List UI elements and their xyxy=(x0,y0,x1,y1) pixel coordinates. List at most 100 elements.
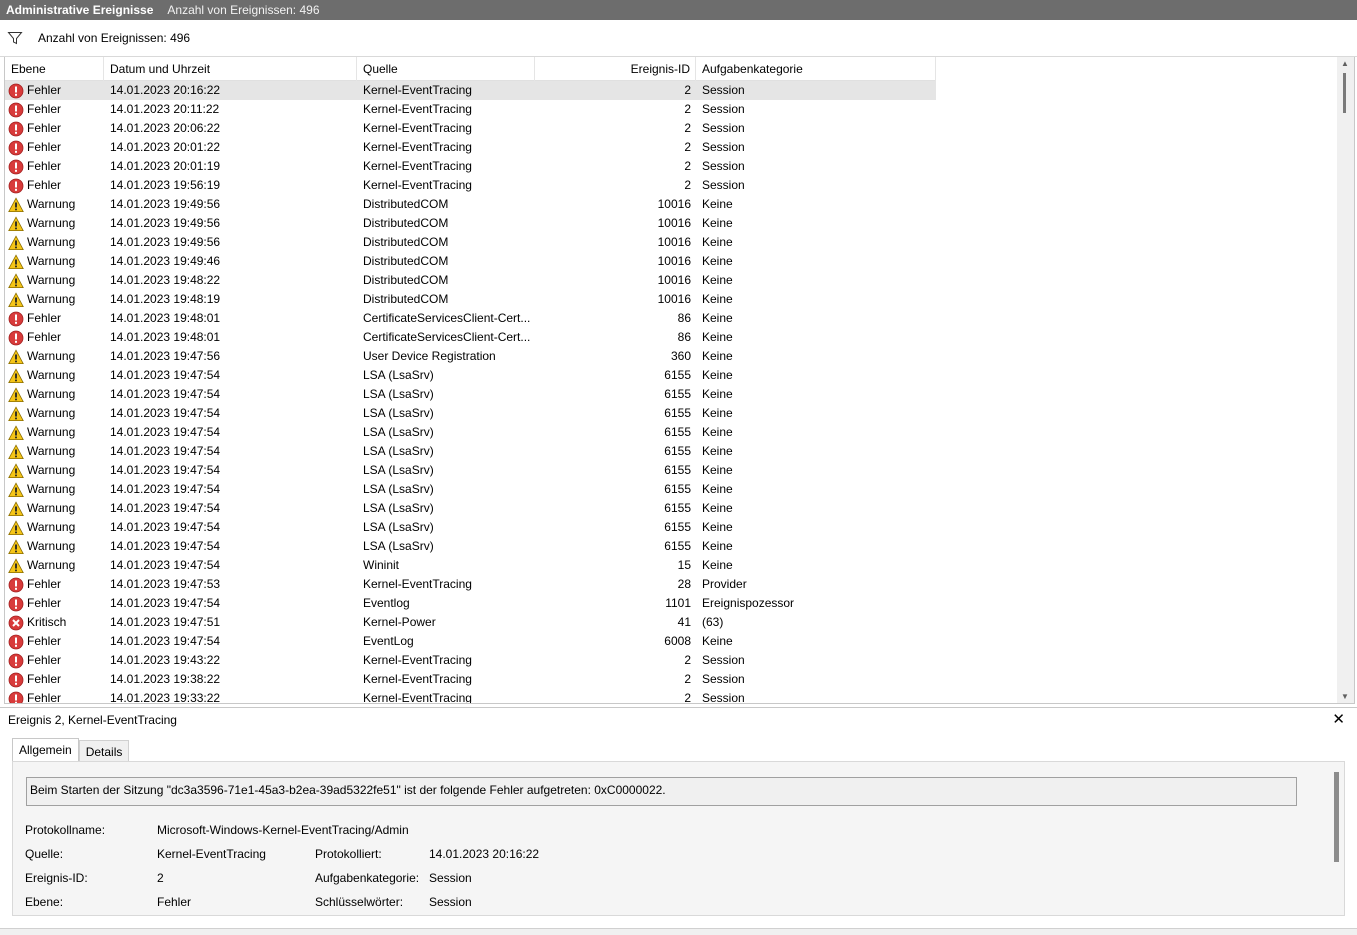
table-row[interactable]: Warnung 14.01.2023 19:47:54 Wininit 15 Keine xyxy=(5,556,936,575)
detail-scrollbar[interactable] xyxy=(1334,772,1339,862)
cell-event-id: 2 xyxy=(684,178,691,192)
warning-icon xyxy=(8,215,24,232)
cell-event-id: 360 xyxy=(670,349,691,363)
table-row[interactable]: Fehler 14.01.2023 19:56:19 Kernel-EventTra… xyxy=(5,176,936,195)
cell-source: LSA (LsaSrv) xyxy=(363,425,434,439)
level-text: Kritisch xyxy=(27,615,67,629)
cell-category: Keine xyxy=(702,197,733,211)
table-row[interactable]: Warnung 14.01.2023 19:47:54 LSA (LsaSrv) 61… xyxy=(5,537,936,556)
table-row[interactable]: Fehler 14.01.2023 19:43:22 Kernel-EventTra… xyxy=(5,651,936,670)
level-text: Warnung xyxy=(27,558,76,572)
cell-category: Keine xyxy=(702,368,733,382)
cell-source: LSA (LsaSrv) xyxy=(363,482,434,496)
table-row[interactable]: Fehler 14.01.2023 19:38:22 Kernel-EventTra… xyxy=(5,670,936,689)
warning-icon xyxy=(8,386,24,403)
cell-date: 14.01.2023 19:47:54 xyxy=(110,387,221,401)
table-row[interactable]: Warnung 14.01.2023 19:47:54 LSA (LsaSrv) 61… xyxy=(5,480,936,499)
cell-event-id: 2 xyxy=(684,159,691,173)
cell-category: Keine xyxy=(702,254,733,268)
table-row[interactable]: Fehler 14.01.2023 19:48:01 CertificateServ… xyxy=(5,328,936,347)
table-row[interactable]: Warnung 14.01.2023 19:49:46 DistributedCOM… xyxy=(5,252,936,271)
level-text: Fehler xyxy=(27,83,62,97)
level-text: Warnung xyxy=(27,520,76,534)
table-row[interactable]: Warnung 14.01.2023 19:49:56 DistributedCOM… xyxy=(5,195,936,214)
column-header-category[interactable]: Aufgabenkategorie xyxy=(696,57,936,81)
column-header-source[interactable]: Quelle xyxy=(357,57,535,81)
level-text: Warnung xyxy=(27,197,76,211)
table-row[interactable]: Warnung 14.01.2023 19:47:56 User Device Re… xyxy=(5,347,936,366)
table-row[interactable]: Fehler 14.01.2023 20:01:22 Kernel-EventTra… xyxy=(5,138,936,157)
table-row[interactable]: Fehler 14.01.2023 19:48:01 CertificateServ… xyxy=(5,309,936,328)
table-row[interactable]: Warnung 14.01.2023 19:47:54 LSA (LsaSrv) 61… xyxy=(5,518,936,537)
cell-source: User Device Registration xyxy=(363,349,496,363)
cell-event-id: 28 xyxy=(677,577,691,591)
scroll-up-icon[interactable]: ▲ xyxy=(1341,59,1349,68)
column-header-date[interactable]: Datum und Uhrzeit xyxy=(104,57,357,81)
column-header-level[interactable]: Ebene xyxy=(5,57,104,81)
tab-details[interactable]: Details xyxy=(78,740,130,762)
table-row[interactable]: Warnung 14.01.2023 19:48:22 DistributedCOM… xyxy=(5,271,936,290)
table-row[interactable]: Warnung 14.01.2023 19:47:54 LSA (LsaSrv) 61… xyxy=(5,366,936,385)
level-text: Fehler xyxy=(27,121,62,135)
table-row[interactable]: Warnung 14.01.2023 19:48:19 DistributedCOM… xyxy=(5,290,936,309)
table-row[interactable]: Fehler 14.01.2023 19:47:54 Eventlog 1101 Ere… xyxy=(5,594,936,613)
table-row[interactable]: Warnung 14.01.2023 19:47:54 LSA (LsaSrv) 61… xyxy=(5,499,936,518)
cell-event-id: 6155 xyxy=(664,368,691,382)
cell-date: 14.01.2023 19:47:54 xyxy=(110,406,221,420)
table-row[interactable]: Fehler 14.01.2023 20:16:22 Kernel-EventTra… xyxy=(5,81,936,100)
tab-allgemein[interactable]: Allgemein xyxy=(12,738,79,762)
table-row[interactable]: Fehler 14.01.2023 20:11:22 Kernel-EventTra… xyxy=(5,100,936,119)
column-header-event-id[interactable]: Ereignis-ID xyxy=(535,57,696,81)
cell-date: 14.01.2023 19:48:01 xyxy=(110,311,221,325)
table-row[interactable]: Fehler 14.01.2023 20:06:22 Kernel-EventTra… xyxy=(5,119,936,138)
detail-tabs: Allgemein Details xyxy=(12,738,130,762)
cell-level: Warnung xyxy=(5,366,104,385)
cell-event-id: 10016 xyxy=(657,235,691,249)
scroll-thumb[interactable] xyxy=(1343,73,1346,113)
event-message[interactable]: Beim Starten der Sitzung "dc3a3596-71e1-… xyxy=(26,777,1297,806)
cell-event-id: 2 xyxy=(684,121,691,135)
cell-category: Session xyxy=(702,691,745,704)
level-text: Fehler xyxy=(27,577,62,591)
level-text: Fehler xyxy=(27,159,62,173)
level-text: Fehler xyxy=(27,102,62,116)
table-row[interactable]: Fehler 14.01.2023 19:33:22 Kernel-EventTra… xyxy=(5,689,936,704)
cell-category: Keine xyxy=(702,292,733,306)
warning-icon xyxy=(8,272,24,289)
cell-level: Warnung xyxy=(5,461,104,480)
cell-source: CertificateServicesClient-Cert... xyxy=(363,311,531,325)
cell-category: Keine xyxy=(702,406,733,420)
view-title: Administrative Ereignisse xyxy=(6,3,154,17)
table-row[interactable]: Fehler 14.01.2023 19:47:54 EventLog 6008 Kei… xyxy=(5,632,936,651)
vertical-scrollbar[interactable]: ▲ ▼ xyxy=(1337,57,1354,703)
cell-event-id: 6155 xyxy=(664,444,691,458)
cell-event-id: 2 xyxy=(684,83,691,97)
level-text: Warnung xyxy=(27,501,76,515)
cell-category: Keine xyxy=(702,425,733,439)
table-row[interactable]: Fehler 14.01.2023 19:47:53 Kernel-EventTra… xyxy=(5,575,936,594)
cell-event-id: 2 xyxy=(684,653,691,667)
table-row[interactable]: Warnung 14.01.2023 19:47:54 LSA (LsaSrv) 61… xyxy=(5,423,936,442)
ereignis-id-value: 2 xyxy=(157,871,164,885)
cell-date: 14.01.2023 19:47:53 xyxy=(110,577,221,591)
close-icon[interactable]: ✕ xyxy=(1332,712,1345,727)
error-icon xyxy=(8,577,24,593)
table-row[interactable]: Warnung 14.01.2023 19:47:54 LSA (LsaSrv) 61… xyxy=(5,404,936,423)
table-row[interactable]: Warnung 14.01.2023 19:47:54 LSA (LsaSrv) 61… xyxy=(5,385,936,404)
table-row[interactable]: Kritisch 14.01.2023 19:47:51 Kernel-Power 4… xyxy=(5,613,936,632)
error-icon xyxy=(8,691,24,703)
table-row[interactable]: Warnung 14.01.2023 19:49:56 DistributedCOM… xyxy=(5,233,936,252)
cell-event-id: 6155 xyxy=(664,425,691,439)
filter-icon[interactable] xyxy=(7,30,23,46)
cell-level: Warnung xyxy=(5,556,104,575)
table-row[interactable]: Warnung 14.01.2023 19:47:54 LSA (LsaSrv) 61… xyxy=(5,461,936,480)
cell-source: Kernel-EventTracing xyxy=(363,691,472,704)
table-row[interactable]: Fehler 14.01.2023 20:01:19 Kernel-EventTra… xyxy=(5,157,936,176)
cell-level: Warnung xyxy=(5,233,104,252)
protokolliert-label: Protokolliert: xyxy=(315,847,382,861)
cell-source: LSA (LsaSrv) xyxy=(363,444,434,458)
cell-date: 14.01.2023 20:06:22 xyxy=(110,121,221,135)
scroll-down-icon[interactable]: ▼ xyxy=(1341,692,1349,701)
table-row[interactable]: Warnung 14.01.2023 19:49:56 DistributedCOM… xyxy=(5,214,936,233)
table-row[interactable]: Warnung 14.01.2023 19:47:54 LSA (LsaSrv) 61… xyxy=(5,442,936,461)
